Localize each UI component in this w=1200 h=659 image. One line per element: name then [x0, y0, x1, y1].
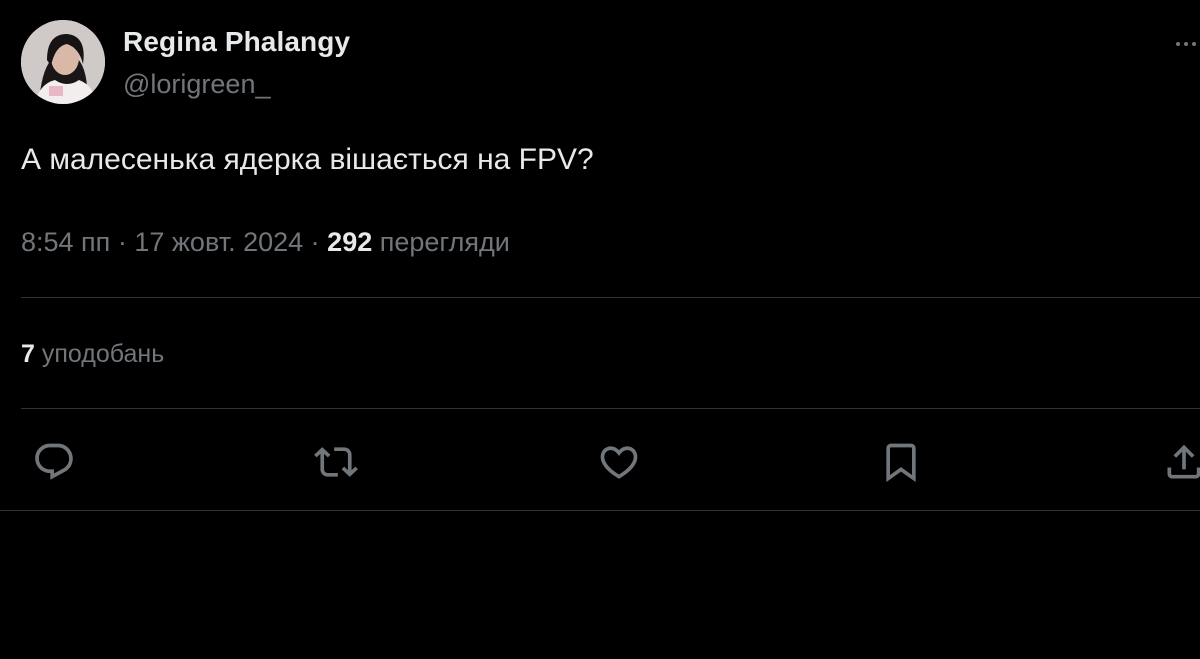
views-count: 292 — [327, 227, 373, 257]
meta-separator: · — [117, 227, 127, 257]
divider — [21, 408, 1200, 409]
meta-separator: · — [310, 227, 320, 257]
display-name[interactable]: Regina Phalangy — [123, 26, 350, 58]
like-button[interactable] — [597, 440, 641, 484]
reply-button[interactable] — [32, 440, 76, 484]
bookmark-button[interactable] — [879, 440, 923, 484]
divider — [0, 510, 1200, 511]
avatar[interactable] — [21, 20, 105, 104]
divider — [21, 297, 1200, 298]
tweet-date[interactable]: 17 жовт. 2024 — [134, 227, 303, 257]
more-options-button[interactable] — [1170, 22, 1200, 52]
user-handle[interactable]: @lorigreen_ — [123, 69, 271, 100]
share-button[interactable] — [1162, 440, 1200, 484]
tweet-text: А малесенька ядерка вішається на FPV? — [21, 143, 594, 176]
more-dots-icon — [1176, 42, 1196, 46]
heart-icon — [600, 446, 638, 479]
views-label: перегляди — [379, 227, 510, 257]
bookmark-icon — [886, 443, 916, 483]
retweet-icon — [314, 447, 358, 477]
share-icon — [1167, 444, 1200, 479]
avatar-image — [21, 20, 105, 104]
tweet-time[interactable]: 8:54 пп — [21, 227, 110, 257]
tweet-meta: 8:54 пп · 17 жовт. 2024 · 292 перегляди — [21, 227, 510, 258]
likes-count: 7 — [21, 340, 35, 368]
likes-link[interactable]: 7 уподобань — [21, 340, 164, 369]
retweet-button[interactable] — [314, 440, 358, 484]
likes-label: уподобань — [41, 340, 165, 368]
reply-icon — [35, 443, 73, 480]
